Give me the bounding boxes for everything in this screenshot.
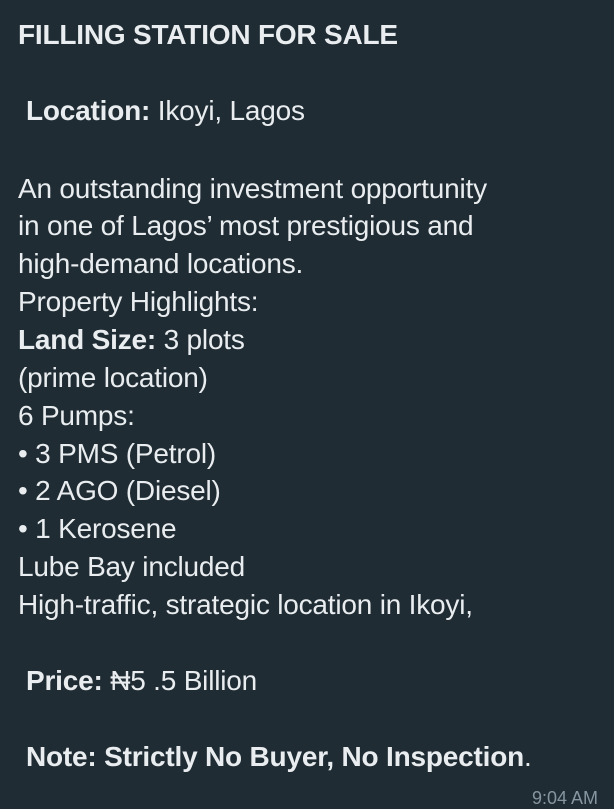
price-label: Price: — [26, 665, 103, 696]
location-line: Location: Ikoyi, Lagos — [26, 92, 305, 130]
pump-item-ago: • 2 AGO (Diesel) — [18, 475, 221, 506]
listing-title: FILLING STATION FOR SALE — [18, 19, 398, 50]
lube-bay-line: Lube Bay included — [18, 551, 245, 582]
intro-line-2: in one of Lagos’ most prestigious and — [18, 210, 474, 241]
note-line: Note: Strictly No Buyer, No Inspection. — [26, 738, 532, 776]
land-note: (prime location) — [18, 362, 208, 393]
intro-line-3: high-demand locations. — [18, 248, 304, 279]
land-size-label: Land Size: — [18, 324, 157, 355]
land-size-line: Land Size: 3 plots — [18, 321, 245, 359]
pump-item-pms: • 3 PMS (Petrol) — [18, 438, 216, 469]
pump-item-kerosene: • 1 Kerosene — [18, 513, 177, 544]
note-text: Note: Strictly No Buyer, No Inspection — [26, 741, 525, 772]
intro-line-1: An outstanding investment opportunity — [18, 173, 487, 204]
land-size-value: 3 plots — [156, 324, 245, 355]
message-bubble: FILLING STATION FOR SALE Location: Ikoyi… — [0, 0, 614, 808]
price-line: Price: ₦5 .5 Billion — [26, 662, 257, 700]
traffic-line: High-traffic, strategic location in Ikoy… — [18, 589, 473, 620]
price-value: ₦5 .5 Billion — [102, 665, 258, 696]
highlights-heading: Property Highlights: — [18, 286, 259, 317]
location-label: Location: — [26, 95, 151, 126]
note-end: . — [524, 741, 532, 772]
pumps-heading: 6 Pumps: — [18, 400, 135, 431]
location-value: Ikoyi, Lagos — [150, 95, 305, 126]
